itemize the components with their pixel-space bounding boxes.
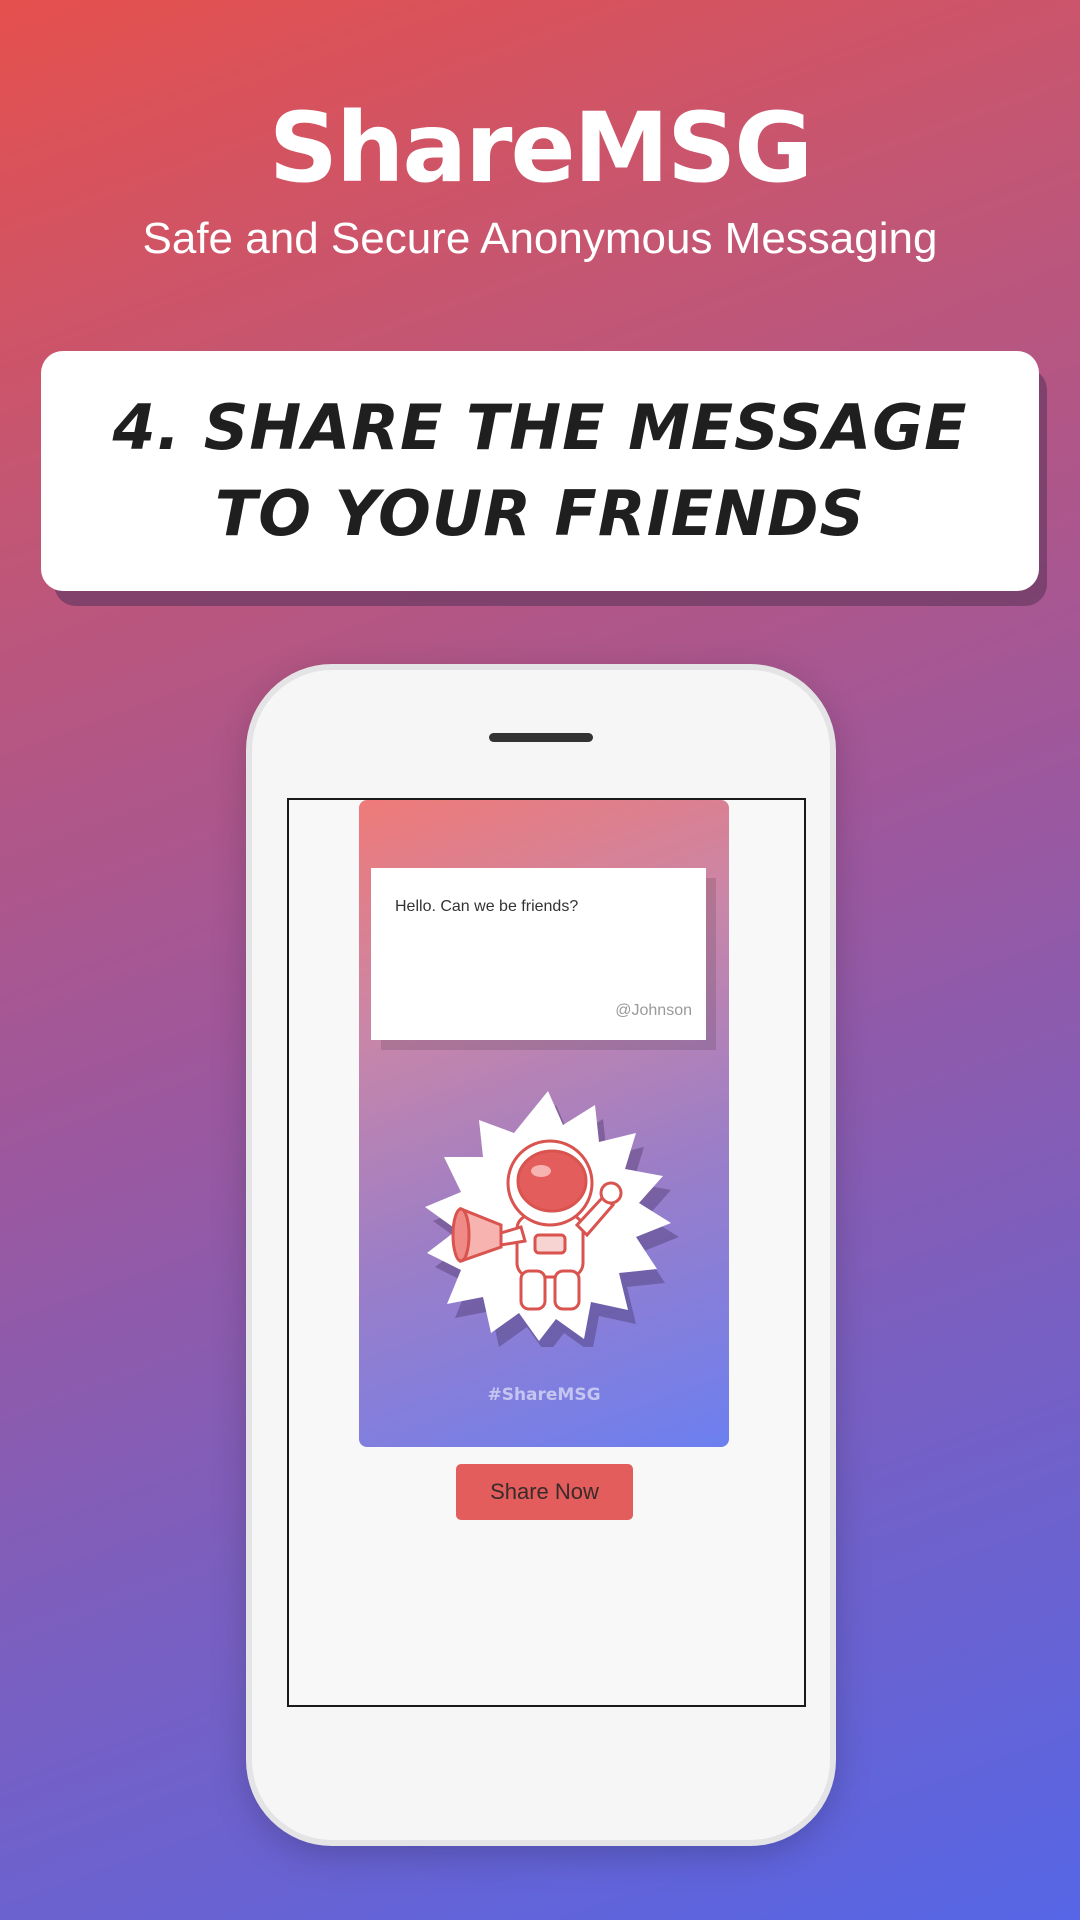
tagline: Safe and Secure Anonymous Messaging (142, 214, 938, 263)
message-box: Hello. Can we be friends? @Johnson (371, 868, 706, 1040)
app-title: ShareMSG (268, 92, 813, 204)
hashtag-label: #ShareMSG (487, 1385, 601, 1405)
phone-screen: Hello. Can we be friends? @Johnson #Shar… (287, 798, 806, 1707)
share-now-button[interactable]: Share Now (456, 1464, 633, 1520)
step-heading: 4. Share the message to your friends (112, 391, 968, 550)
message-author: @Johnson (615, 1002, 692, 1019)
message-card: Hello. Can we be friends? @Johnson #Shar… (359, 800, 729, 1447)
astronaut-badge (417, 1085, 679, 1355)
step-banner: 4. Share the message to your friends (41, 351, 1039, 591)
message-text: Hello. Can we be friends? (395, 898, 579, 915)
phone-mockup: Hello. Can we be friends? @Johnson #Shar… (252, 670, 830, 1840)
phone-speaker (489, 733, 593, 742)
